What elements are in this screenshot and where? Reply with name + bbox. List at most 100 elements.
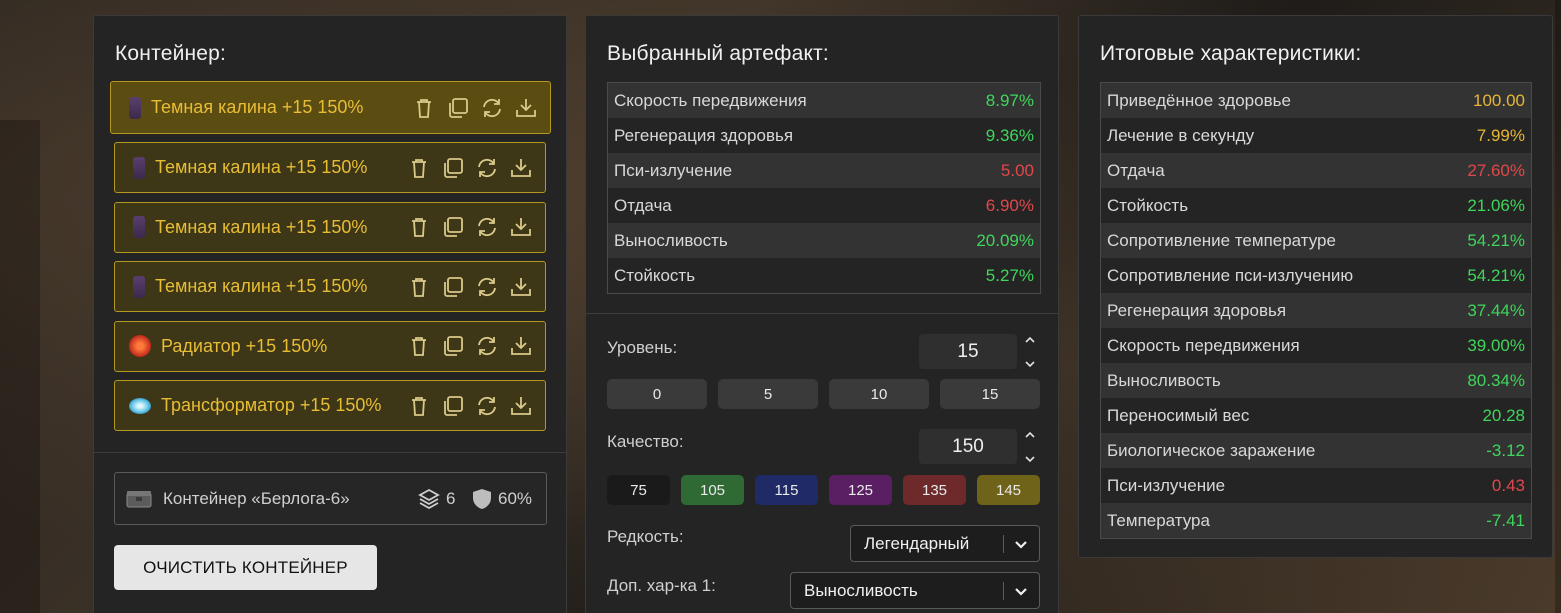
quality-preset-button[interactable]: 145 <box>977 475 1040 505</box>
container-item[interactable]: Темная калина +15 150% <box>114 201 546 253</box>
trash-icon[interactable] <box>407 394 431 418</box>
stat-row: Отдача 27.60% <box>1101 153 1531 188</box>
quality-label: Качество: <box>607 432 684 451</box>
container-item[interactable]: Темная калина +15 150% <box>114 261 546 312</box>
rarity-select[interactable]: Легендарный <box>850 525 1040 562</box>
chevron-down-icon[interactable] <box>1024 455 1036 463</box>
stat-value: -7.41 <box>1486 510 1525 530</box>
stat-row: Скорость передвижения 39.00% <box>1101 328 1531 363</box>
stat-label: Регенерация здоровья <box>1107 300 1287 320</box>
stat-row: Биологическое заражение -3.12 <box>1101 433 1531 468</box>
stat-value: 0.43 <box>1491 475 1525 495</box>
container-selector[interactable]: Контейнер «Берлога-6» 6 60% <box>114 472 547 525</box>
stat-row: Стойкость 21.06% <box>1101 188 1531 223</box>
select-separator <box>1003 582 1004 600</box>
trash-icon[interactable] <box>407 156 431 180</box>
quality-preset-button[interactable]: 105 <box>681 475 744 505</box>
stat-row: Регенерация здоровья 37.44% <box>1101 293 1531 328</box>
refresh-icon[interactable] <box>480 96 504 120</box>
copy-icon[interactable] <box>441 334 465 358</box>
quality-preset-button[interactable]: 135 <box>903 475 966 505</box>
trash-icon[interactable] <box>407 275 431 299</box>
stat-value: 54.21% <box>1467 230 1525 250</box>
stat-value: 5.00 <box>1000 160 1034 180</box>
container-item[interactable]: Трансформатор +15 150% <box>114 380 546 431</box>
stat-label: Регенерация здоровья <box>614 125 794 145</box>
chevron-up-icon[interactable] <box>1024 336 1036 344</box>
level-input[interactable]: 15 <box>919 334 1017 369</box>
stat-label: Лечение в секунду <box>1107 125 1255 145</box>
stat-label: Переносимый вес <box>1107 405 1250 425</box>
level-preset-button[interactable]: 0 <box>607 379 707 409</box>
chevron-up-icon[interactable] <box>1024 431 1036 439</box>
container-item-name: Темная калина +15 150% <box>151 97 364 117</box>
download-icon[interactable] <box>509 394 533 418</box>
background-shadow <box>0 120 40 613</box>
chevron-down-icon[interactable] <box>1013 582 1029 600</box>
container-panel-title: Контейнер: <box>115 42 227 65</box>
copy-icon[interactable] <box>441 156 465 180</box>
container-item-name: Радиатор +15 150% <box>161 335 328 356</box>
copy-icon[interactable] <box>446 96 470 120</box>
container-item-actions <box>407 143 533 192</box>
stat-value: 21.06% <box>1467 195 1525 215</box>
download-icon[interactable] <box>509 334 533 358</box>
stat-label: Скорость передвижения <box>614 90 807 110</box>
stat-value: 100.00 <box>1473 90 1525 110</box>
level-preset-button[interactable]: 15 <box>940 379 1040 409</box>
selected-stats-table: Скорость передвижения 8.97% Регенерация зд… <box>607 82 1041 294</box>
kalina-artifact-icon <box>133 216 145 238</box>
level-spinner[interactable] <box>1023 336 1037 368</box>
stat-label: Сопротивление температуре <box>1107 230 1336 250</box>
trash-icon[interactable] <box>412 96 436 120</box>
download-icon[interactable] <box>509 215 533 239</box>
refresh-icon[interactable] <box>475 394 499 418</box>
refresh-icon[interactable] <box>475 156 499 180</box>
stat-row: Пси-излучение 0.43 <box>1101 468 1531 503</box>
stat-row: Переносимый вес 20.28 <box>1101 398 1531 433</box>
quality-preset-button[interactable]: 125 <box>829 475 892 505</box>
download-icon[interactable] <box>509 156 533 180</box>
radiator-artifact-icon <box>129 335 151 357</box>
clear-container-button[interactable]: ОЧИСТИТЬ КОНТЕЙНЕР <box>114 545 377 590</box>
container-panel: Контейнер: Темная калина +15 150% Темная … <box>93 15 567 613</box>
container-item[interactable]: Темная калина +15 150% <box>110 81 551 134</box>
copy-icon[interactable] <box>441 394 465 418</box>
extra-stat-label: Доп. хар-ка 1: <box>607 576 716 595</box>
copy-icon[interactable] <box>441 215 465 239</box>
stat-row: Температура -7.41 <box>1101 503 1531 538</box>
copy-icon[interactable] <box>441 275 465 299</box>
refresh-icon[interactable] <box>475 334 499 358</box>
shield-icon <box>473 488 491 509</box>
refresh-icon[interactable] <box>475 275 499 299</box>
stat-row: Стойкость 5.27% <box>608 258 1040 293</box>
stat-value: -3.12 <box>1486 440 1525 460</box>
refresh-icon[interactable] <box>475 215 499 239</box>
chevron-down-icon[interactable] <box>1024 360 1036 368</box>
container-slots-value: 6 <box>446 488 456 508</box>
stat-label: Выносливость <box>614 230 728 250</box>
stat-value: 5.27% <box>985 265 1034 285</box>
chevron-down-icon[interactable] <box>1013 535 1029 553</box>
level-preset-button[interactable]: 5 <box>718 379 818 409</box>
background-shadow <box>1555 0 1561 613</box>
download-icon[interactable] <box>514 96 538 120</box>
stat-value: 54.21% <box>1467 265 1525 285</box>
container-item[interactable]: Темная калина +15 150% <box>114 142 546 193</box>
extra-stat-select[interactable]: Выносливость <box>790 572 1040 609</box>
stat-label: Пси-излучение <box>614 160 733 180</box>
quality-input[interactable]: 150 <box>919 429 1017 464</box>
quality-preset-button[interactable]: 115 <box>755 475 818 505</box>
quality-spinner[interactable] <box>1023 431 1037 463</box>
container-item[interactable]: Радиатор +15 150% <box>114 320 546 372</box>
stat-row: Регенерация здоровья 9.36% <box>608 118 1040 153</box>
stat-row: Выносливость 20.09% <box>608 223 1040 258</box>
level-preset-button[interactable]: 10 <box>829 379 929 409</box>
stat-value: 8.97% <box>985 90 1034 110</box>
download-icon[interactable] <box>509 275 533 299</box>
stat-row: Сопротивление пси-излучению 54.21% <box>1101 258 1531 293</box>
trash-icon[interactable] <box>407 215 431 239</box>
quality-preset-button[interactable]: 75 <box>607 475 670 505</box>
select-separator <box>1003 535 1004 553</box>
trash-icon[interactable] <box>407 334 431 358</box>
